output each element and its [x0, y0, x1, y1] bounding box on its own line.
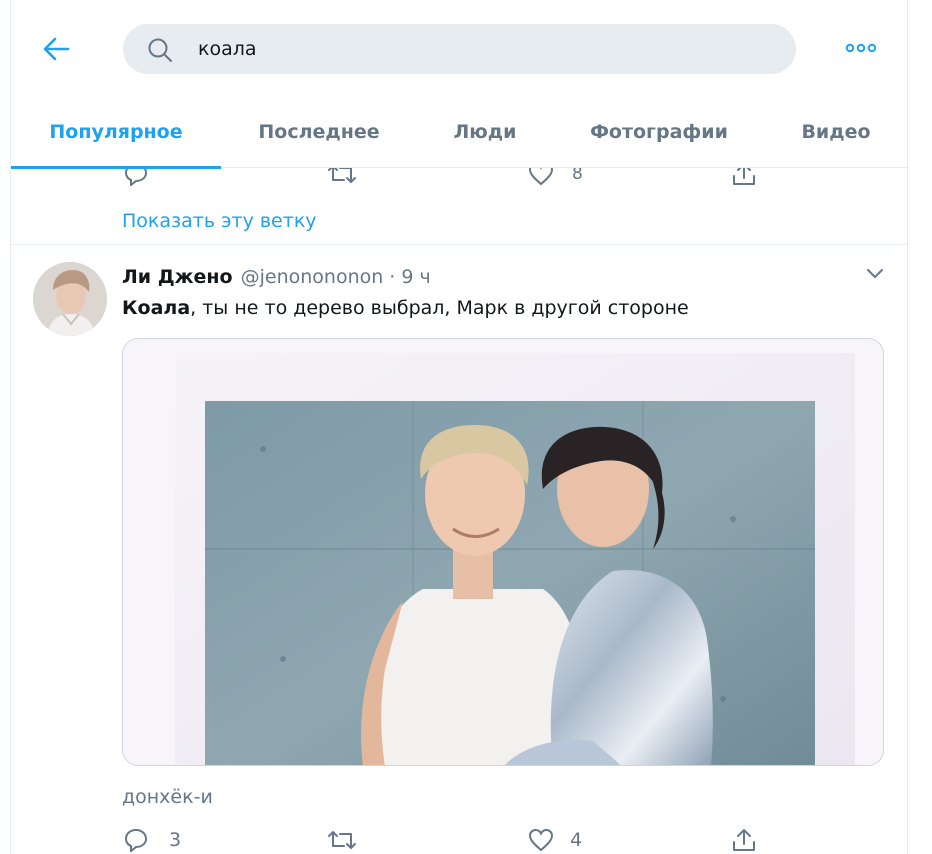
- tab-popular[interactable]: Популярное: [11, 96, 221, 169]
- author-name[interactable]: Ли Джено: [122, 266, 233, 288]
- tab-label: Люди: [453, 121, 517, 143]
- tab-label: Популярное: [49, 121, 183, 143]
- reply-count: 3: [169, 829, 182, 851]
- tab-videos[interactable]: Видео: [765, 96, 907, 168]
- search-tabs: Популярное Последнее Люди Фотографии Вид…: [11, 96, 907, 169]
- more-options-button[interactable]: [843, 36, 879, 60]
- search-header: Популярное Последнее Люди Фотографии Вид…: [11, 0, 907, 169]
- share-button[interactable]: [731, 826, 757, 854]
- show-thread-link[interactable]: Показать эту ветку: [122, 210, 317, 232]
- tab-people[interactable]: Люди: [417, 96, 553, 168]
- like-button[interactable]: 4: [528, 826, 582, 854]
- tweet-text-rest: , ты не то дерево выбрал, Марк в другой …: [190, 297, 689, 319]
- chevron-down-icon: [867, 269, 883, 278]
- tweet-photo[interactable]: [122, 338, 884, 766]
- tweet-header: Ли Джено @jenonononon · 9 ч: [122, 262, 431, 292]
- author-handle[interactable]: @jenonononon: [241, 266, 384, 288]
- tweet-text: Коала, ты не то дерево выбрал, Марк в др…: [122, 294, 882, 322]
- search-box[interactable]: [123, 24, 796, 74]
- tab-label: Фотографии: [590, 121, 728, 143]
- tweet-text-highlight: Коала: [122, 297, 191, 319]
- share-icon: [733, 829, 755, 851]
- reply-icon: [124, 828, 148, 852]
- retweet-icon: [328, 831, 356, 849]
- tweet-time[interactable]: 9 ч: [401, 266, 430, 288]
- timeline-column: Популярное Последнее Люди Фотографии Вид…: [10, 0, 908, 854]
- tab-photos[interactable]: Фотографии: [553, 96, 765, 168]
- search-input[interactable]: [198, 34, 758, 64]
- back-button[interactable]: [39, 34, 73, 64]
- tab-label: Видео: [801, 121, 871, 143]
- reply-button[interactable]: 3: [123, 826, 181, 854]
- like-count: 4: [570, 829, 583, 851]
- tab-latest[interactable]: Последнее: [221, 96, 417, 168]
- tab-label: Последнее: [258, 121, 380, 143]
- avatar[interactable]: [33, 262, 107, 336]
- separator-dot: ·: [389, 266, 396, 288]
- retweet-button[interactable]: [327, 826, 377, 854]
- tweet-menu-button[interactable]: [863, 262, 887, 286]
- tweet-actions: 3 4: [11, 822, 907, 854]
- like-icon: [528, 828, 554, 852]
- back-arrow-icon: [43, 37, 70, 61]
- tweet-divider: [11, 244, 907, 245]
- more-icon: [845, 43, 877, 53]
- tweet-footer-text: донхёк-и: [122, 786, 213, 808]
- search-icon: [148, 38, 172, 62]
